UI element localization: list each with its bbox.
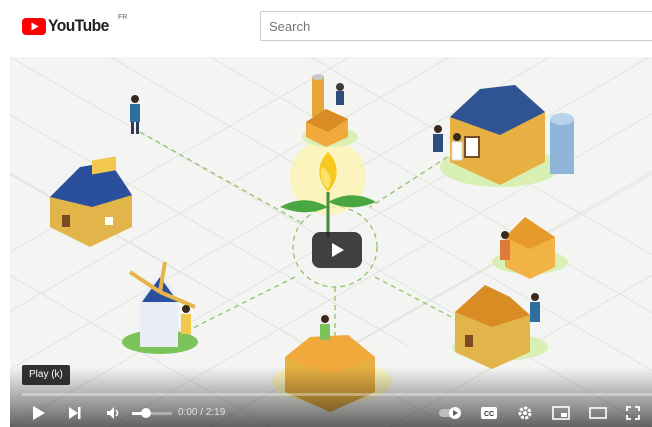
youtube-logo[interactable]: YouTube FR xyxy=(22,14,127,38)
volume-handle[interactable] xyxy=(141,408,151,418)
theater-mode-icon xyxy=(589,407,607,419)
time-display: 0:00 / 2:19 xyxy=(178,407,225,418)
miniplayer-icon xyxy=(552,406,570,420)
svg-text:CC: CC xyxy=(484,411,494,418)
subtitles-button[interactable]: CC xyxy=(478,403,500,423)
play-icon xyxy=(33,406,45,420)
subtitles-icon: CC xyxy=(481,407,497,419)
autoplay-toggle[interactable] xyxy=(438,403,464,423)
player-controls: 0:00 / 2:19 CC xyxy=(10,399,652,427)
youtube-logo-icon xyxy=(22,17,46,35)
miniplayer-button[interactable] xyxy=(550,403,572,423)
volume-slider[interactable] xyxy=(132,412,172,415)
duration: 2:19 xyxy=(205,407,226,418)
settings-icon xyxy=(518,406,532,420)
big-play-button[interactable] xyxy=(312,232,362,268)
settings-button[interactable] xyxy=(514,403,536,423)
current-time: 0:00 xyxy=(178,407,198,418)
fullscreen-button[interactable] xyxy=(622,403,644,423)
play-button[interactable] xyxy=(28,403,50,423)
progress-bar[interactable] xyxy=(22,393,652,396)
next-icon xyxy=(69,407,81,419)
video-player[interactable]: Play (k) 0:00 / 2:19 CC xyxy=(10,57,652,427)
search-input[interactable] xyxy=(267,17,652,35)
search-box[interactable] xyxy=(260,11,652,41)
volume-icon xyxy=(107,407,119,419)
logo-text: YouTube xyxy=(48,16,109,35)
country-code: FR xyxy=(118,14,128,21)
play-tooltip: Play (k) xyxy=(22,365,70,385)
time-separator: / xyxy=(197,407,206,418)
next-button[interactable] xyxy=(64,403,86,423)
mute-button[interactable] xyxy=(102,403,124,423)
fullscreen-icon xyxy=(626,406,640,420)
autoplay-toggle-icon xyxy=(439,407,461,419)
masthead: YouTube FR xyxy=(0,0,652,52)
theater-mode-button[interactable] xyxy=(587,403,609,423)
